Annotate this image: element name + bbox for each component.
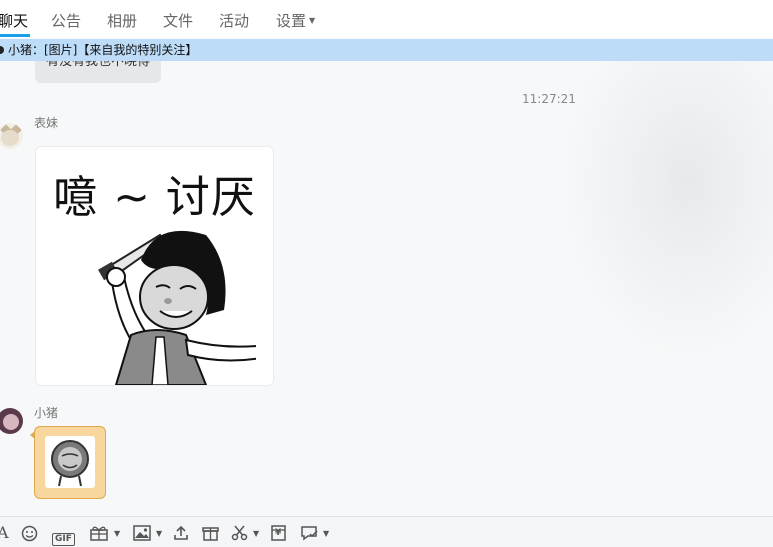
- notice-text: 小猪：[图片]【来自我的特别关注】: [8, 43, 198, 57]
- pig-avatar[interactable]: [0, 408, 23, 434]
- chevron-down-icon: ▼: [156, 529, 163, 538]
- sender-name[interactable]: 小猪: [34, 404, 58, 421]
- notice-dot-icon: [0, 46, 4, 54]
- tab-album[interactable]: 相册: [107, 10, 137, 31]
- chat-background-art: [560, 61, 773, 361]
- message-timestamp: 11:27:21: [522, 92, 576, 106]
- chevron-down-icon: ▼: [114, 529, 121, 538]
- gif-icon[interactable]: GIF: [52, 526, 75, 546]
- special-attention-notice[interactable]: 小猪：[图片]【来自我的特别关注】: [0, 39, 773, 61]
- image-icon[interactable]: ▼: [133, 525, 162, 541]
- cat-avatar[interactable]: [0, 123, 23, 149]
- tab-activity[interactable]: 活动: [219, 10, 249, 31]
- sticker-message[interactable]: 噫 ~ 讨厌: [35, 146, 274, 386]
- input-toolbar: A GIF ▼ ▼ ▼ ¥ ▼: [0, 516, 773, 547]
- small-sticker-message[interactable]: [30, 426, 106, 499]
- chevron-down-icon: ▼: [309, 16, 316, 25]
- chat-history-icon[interactable]: ▼: [301, 525, 329, 541]
- sticker-caption: 噫 ~ 讨厌: [53, 172, 256, 223]
- emoji-icon[interactable]: [21, 525, 38, 542]
- red-packet-icon[interactable]: ¥: [271, 525, 286, 541]
- font-icon[interactable]: A: [0, 523, 9, 542]
- chevron-down-icon: ▼: [253, 529, 260, 538]
- gift-box-icon[interactable]: ▼: [90, 525, 120, 541]
- red-packet-symbol: ¥: [275, 528, 282, 538]
- chat-message-area[interactable]: 有没有我也不晓得 11:27:21 表妹 噫 ~ 讨厌 小猪: [0, 61, 773, 516]
- upload-icon[interactable]: [173, 525, 189, 541]
- tab-settings[interactable]: 设置 ▼: [276, 10, 315, 31]
- previous-message-bubble[interactable]: 有没有我也不晓得: [35, 61, 161, 83]
- chevron-down-icon: ▼: [323, 529, 330, 538]
- tab-settings-label: 设置: [276, 12, 307, 30]
- tab-bar: 聊天 公告 相册 文件 活动 设置 ▼: [0, 0, 773, 38]
- sender-name[interactable]: 表妹: [34, 114, 58, 131]
- meme-figure-image: [98, 230, 256, 385]
- gif-label: GIF: [52, 533, 75, 546]
- sticker-image: [45, 436, 95, 488]
- active-tab-indicator: [0, 34, 30, 37]
- present-icon[interactable]: [202, 525, 219, 541]
- tab-chat[interactable]: 聊天: [0, 10, 28, 31]
- tab-announcement[interactable]: 公告: [51, 10, 81, 31]
- tab-files[interactable]: 文件: [163, 10, 193, 31]
- scissors-icon[interactable]: ▼: [231, 525, 259, 541]
